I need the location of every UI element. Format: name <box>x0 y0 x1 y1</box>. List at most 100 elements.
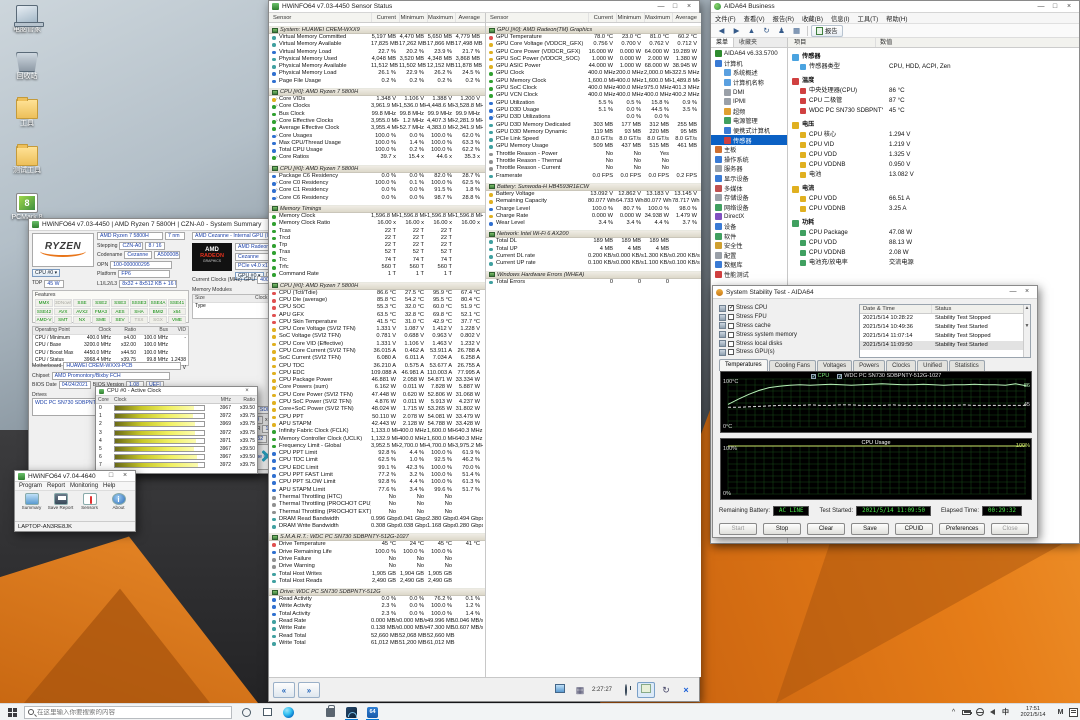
log-col-datetime[interactable]: Date & Time <box>860 305 932 313</box>
grid-row[interactable]: CPU VDD66.51 A <box>788 194 1079 204</box>
forward-icon[interactable]: ▶ <box>729 25 744 37</box>
log-row[interactable]: 2021/5/14 10:28:22Stability Test Stopped <box>860 314 1030 323</box>
grid-row[interactable]: CPU Package47.08 W <box>788 228 1079 238</box>
menu-item[interactable]: 查看(V) <box>740 14 769 23</box>
sensor-row[interactable]: APU GFX63.5 °C32.8 °C69.8 °C52.1 °C <box>269 312 485 319</box>
minimize-icon[interactable]: — <box>654 1 668 12</box>
sensor-row[interactable]: Memory Clock Ratio16.00 x16.00 x16.00 x1… <box>269 220 485 227</box>
tree-item[interactable]: DMI <box>711 87 787 97</box>
tree-item[interactable]: DirectX <box>711 212 787 222</box>
sensor-row[interactable]: GPU Clock400.0 MHz200.0 MHz2,000.0 MHz32… <box>486 70 701 77</box>
sensor-row[interactable]: ›Core Powers (sum)6.162 W0.011 W7.828 W5… <box>269 384 485 391</box>
log-scrollbar[interactable]: ▲▼ <box>1023 305 1030 357</box>
sensor-row[interactable]: Command Rate1 T1 T1 T <box>269 271 485 278</box>
sensor-row[interactable]: Trp22 T22 T22 T <box>269 242 485 249</box>
grid-row[interactable]: CPU VDDNB2.08 W <box>788 248 1079 258</box>
grid-row[interactable]: 电池13.082 V <box>788 170 1079 180</box>
sensor-row[interactable]: ›Core Usages100.0 %0.0 %100.0 %62.0 % <box>269 133 485 140</box>
grid-row[interactable]: CPU VDD1.325 V <box>788 150 1079 160</box>
sensor-row[interactable]: Throttle Reason - CurrentNoNoNo <box>486 165 701 172</box>
sensors-button[interactable]: Sensors <box>77 493 103 511</box>
tree-item[interactable]: 电源管理 <box>711 116 787 126</box>
sensor-row[interactable]: ›Core C0 Residency100.0 %0.1 %100.0 %62.… <box>269 180 485 187</box>
sensor-row[interactable]: GPU VCN Clock400.0 MHz400.0 MHz400.0 MHz… <box>486 92 701 99</box>
sensor-row[interactable]: GPU SoC Power (VDDCR_SOC)1.000 W0.000 W2… <box>486 56 701 63</box>
log-row[interactable]: 2021/5/14 10:49:36Stability Test Started <box>860 323 1030 332</box>
grid-row[interactable]: 电池充/放电率交流电源 <box>788 258 1079 268</box>
sensor-row[interactable]: ›Core C1 Residency0.0 %0.0 %91.5 %1.8 % <box>269 187 485 194</box>
sensor-row[interactable]: CPU Core Power (SVI2 TFN)47.448 W0.620 W… <box>269 392 485 399</box>
sst-tab-0[interactable]: Temperatures <box>719 359 768 371</box>
sensor-row[interactable]: GPU Temperature78.0 °C23.0 °C81.0 °C60.2… <box>486 34 701 41</box>
sensor-row[interactable]: ›Core Ratios39.7 x15.4 x44.6 x35.3 x <box>269 154 485 161</box>
sensor-row[interactable]: Total Errors000 <box>486 279 701 286</box>
user-icon[interactable]: ♟ <box>774 25 789 37</box>
tree-item[interactable]: 数据库 <box>711 260 787 270</box>
page-right-button[interactable]: » <box>298 682 320 698</box>
tree-item[interactable]: 计算机 <box>711 59 787 69</box>
grid-row[interactable]: CPU 核心1.294 V <box>788 130 1079 140</box>
log-row[interactable]: 2021/5/14 11:07:14Stability Test Stopped <box>860 332 1030 341</box>
close-icon[interactable]: × <box>1062 1 1076 12</box>
tree-item[interactable]: 存储设备 <box>711 193 787 203</box>
tree-item[interactable]: 网络设备 <box>711 203 787 213</box>
sensor-row[interactable]: Physical Memory Used4,048 MB3,520 MB4,34… <box>269 56 485 63</box>
sensor-row[interactable]: CPU TDC Limit62.5 %1.0 %92.5 %46.2 % <box>269 457 485 464</box>
sensor-row[interactable]: ›Core Clocks3,961.9 MHz1,536.0 MHz4,448.… <box>269 103 485 110</box>
sensor-row[interactable]: Memory Controller Clock (UCLK)1,132.9 MH… <box>269 436 485 443</box>
sensor-row[interactable]: Battery Voltage13.092 V12.862 V13.183 V1… <box>486 191 701 198</box>
close-icon[interactable]: × <box>118 471 132 481</box>
grid-row[interactable]: 中央处理器(CPU)86 °C <box>788 86 1079 96</box>
sensor-row[interactable]: Write Total61,012 MB51,200 MB61,012 MB <box>269 640 485 647</box>
summary-tool-icon[interactable] <box>551 682 569 698</box>
minimize-icon[interactable]: — <box>1034 1 1048 12</box>
sensor-row[interactable]: Current DL rate0.200 KB/s0.000 KB/s1.300… <box>486 253 701 260</box>
cortana-taskbar-icon[interactable] <box>236 704 257 720</box>
taskview-taskbar-icon[interactable] <box>257 704 278 720</box>
sensor-row[interactable]: CPU Core VID (Effective)1.331 V1.106 V1.… <box>269 341 485 348</box>
taskbar-clock[interactable]: 17:51 2021/5/14 <box>1012 706 1054 719</box>
log-row[interactable]: 2021/5/14 11:09:50Stability Test Started <box>860 341 1030 350</box>
sensor-row[interactable]: Current UP rate0.100 KB/s0.000 KB/s1.100… <box>486 260 701 267</box>
sensor-row[interactable]: CPU PPT50.110 W2.078 W54.081 W33.479 W <box>269 414 485 421</box>
sensor-row[interactable]: GPU Core Power (VDDCR_GFX)16.000 W0.000 … <box>486 49 701 56</box>
grid-row[interactable]: CPU VDD88.13 W <box>788 238 1079 248</box>
close-tool-icon[interactable]: × <box>677 682 695 698</box>
search-box[interactable] <box>24 706 232 719</box>
tree-item[interactable]: 服务器 <box>711 164 787 174</box>
sensor-row[interactable]: DRAM Read Bandwidth0.996 Gbps0.041 Gbps2… <box>269 516 485 523</box>
sensor-row[interactable]: Throttle Reason - PowerNoNoYes <box>486 151 701 158</box>
ime-indicator[interactable]: 中 <box>999 704 1012 720</box>
sensor-row[interactable]: GPU Memory Clock1,600.0 MHz400.0 MHz1,60… <box>486 78 701 85</box>
sensor-row[interactable]: ›Core Effective Clocks3,955.0 MHz1.2 MHz… <box>269 118 485 125</box>
preferences-button[interactable]: Preferences <box>939 523 985 535</box>
legend-checkbox[interactable]: ✓ <box>837 374 842 379</box>
tree-item[interactable]: 便携式计算机 <box>711 126 787 136</box>
cpu-selector[interactable]: CPU #0 ▾ <box>32 269 60 277</box>
sensor-row[interactable]: GPU D3D Memory Dynamic119 MB93 MB220 MB9… <box>486 129 701 136</box>
tree-item[interactable]: 软件 <box>711 231 787 241</box>
close-icon[interactable]: × <box>682 1 696 12</box>
ime-mode-icon[interactable]: M <box>1054 704 1067 720</box>
menu-item[interactable]: Monitoring <box>70 483 98 489</box>
sensor-row[interactable]: CPU (Tctl/Tdie)86.6 °C27.5 °C95.9 °C67.4… <box>269 290 485 297</box>
sensor-row[interactable]: CPU Core Voltage (SVI2 TFN)1.331 V1.087 … <box>269 326 485 333</box>
sensor-row[interactable]: Remaining Capacity80.077 Wh64.733 Wh80.0… <box>486 198 701 205</box>
back-icon[interactable]: ◀ <box>714 25 729 37</box>
sensor-row[interactable]: Memory Clock1,596.8 MHz1,596.8 MHz1,596.… <box>269 213 485 220</box>
sensor-row[interactable]: Virtual Memory Available17,825 MB17,262 … <box>269 41 485 48</box>
checkbox[interactable]: ✓ <box>728 305 734 311</box>
save-report-button[interactable]: Save Report <box>48 493 74 511</box>
tree-item[interactable]: 设备 <box>711 222 787 232</box>
menu-item[interactable]: 帮助(H) <box>882 14 911 23</box>
close-icon[interactable]: × <box>240 387 254 396</box>
menu-item[interactable]: 报告(R) <box>769 14 798 23</box>
menu-item[interactable]: 文件(F) <box>711 14 740 23</box>
tray-expand-icon[interactable]: ^ <box>947 704 960 720</box>
sensor-row[interactable]: Infinity Fabric Clock (FCLK)1,133.0 MHz4… <box>269 428 485 435</box>
sensor-row[interactable]: CPU SOC55.3 °C32.0 °C60.0 °C51.9 °C <box>269 304 485 311</box>
sensor-row[interactable]: GPU Memory Usage509 MB437 MB515 MB461 MB <box>486 143 701 150</box>
network-icon[interactable] <box>973 704 986 720</box>
sensor-row[interactable]: Average Effective Clock3,955.4 MHz52.7 M… <box>269 125 485 132</box>
sensor-row[interactable]: Charge Level100.0 %80.7 %100.0 %98.0 % <box>486 206 701 213</box>
